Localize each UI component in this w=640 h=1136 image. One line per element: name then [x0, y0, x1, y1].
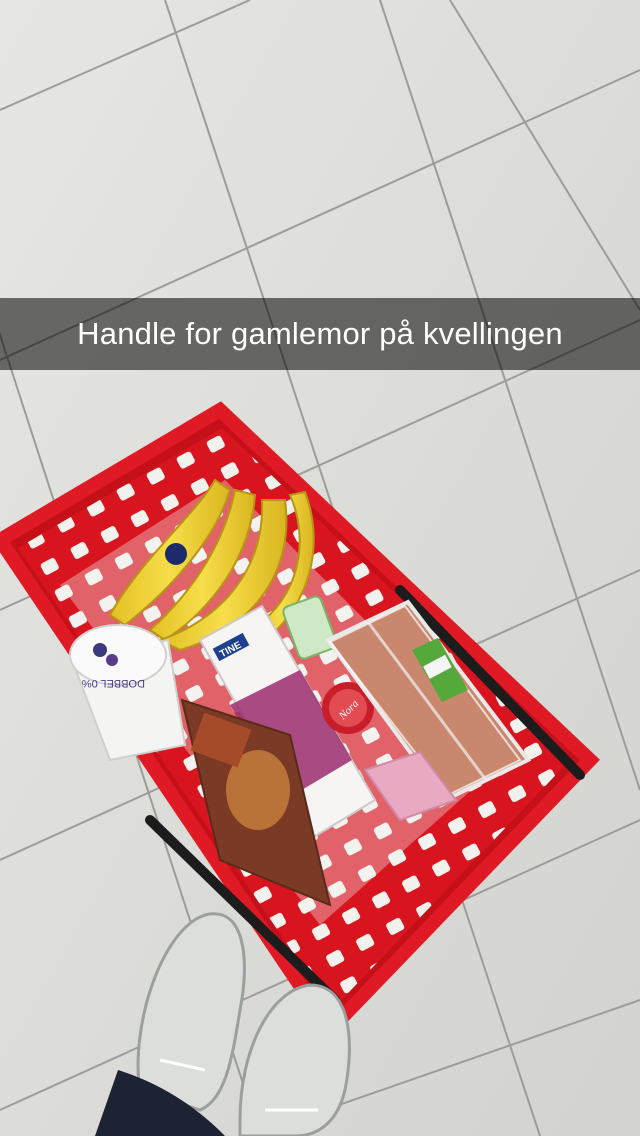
snap-caption-text: Handle for gamlemor på kvellingen	[77, 316, 563, 351]
snap-caption-bar[interactable]: Handle for gamlemor på kvellingen	[0, 298, 640, 370]
banana-sticker	[165, 543, 187, 565]
yogurt-label: DOBBEL 0%	[82, 677, 145, 689]
photo-background: DOBBEL 0% TINE Nora	[0, 0, 640, 1136]
